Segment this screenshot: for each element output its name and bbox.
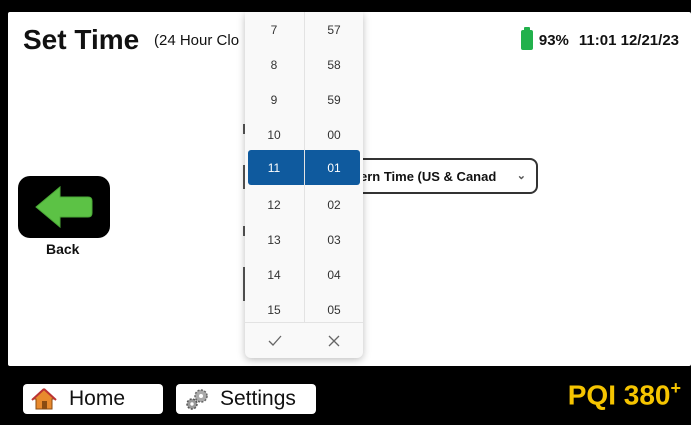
battery-percent: 93% [538, 31, 569, 49]
minute-option[interactable]: 02 [305, 187, 363, 222]
page-title: Set Time [23, 24, 140, 55]
page-subtitle: (24 Hour Clo [154, 32, 240, 49]
check-icon [268, 335, 281, 346]
hour-option[interactable]: 7 [245, 12, 303, 47]
close-icon [328, 335, 339, 347]
status-bar: 93% 11:01 12/21/23 [520, 27, 679, 50]
brand-text: PQI 380 [567, 379, 671, 411]
back-arrow-icon [35, 185, 93, 229]
chevron-down-icon: ⌄ [516, 170, 526, 182]
minute-option[interactable]: 03 [305, 222, 363, 257]
datetime: 11:01 12/21/23 [578, 31, 679, 49]
cancel-button[interactable] [304, 323, 363, 359]
confirm-button[interactable] [245, 323, 304, 359]
bottom-bar: Home Settings PQI 380+ [0, 366, 691, 425]
brand-logo: PQI 380+ [568, 378, 681, 411]
minute-option[interactable]: 58 [305, 47, 363, 82]
main-screen: Set Time (24 Hour Clo 93% 11:01 12/21/23… [8, 12, 691, 366]
back-label: Back [46, 241, 80, 257]
minute-option[interactable]: 57 [305, 12, 363, 47]
selected-minute[interactable]: 01 [305, 150, 363, 185]
gears-icon [180, 387, 214, 411]
hour-option[interactable]: 8 [245, 47, 303, 82]
hour-option[interactable]: 12 [245, 187, 303, 222]
minute-option[interactable]: 59 [305, 82, 363, 117]
back-button[interactable] [18, 176, 110, 238]
minute-option[interactable]: 04 [305, 257, 363, 292]
hour-option[interactable]: 9 [245, 82, 303, 117]
hour-option[interactable]: 13 [245, 222, 303, 257]
selected-hour[interactable]: 11 [245, 150, 303, 185]
picker-actions [245, 322, 363, 359]
home-button[interactable]: Home [23, 384, 163, 414]
hour-option[interactable]: 14 [245, 257, 303, 292]
timezone-select[interactable]: ern Time (US & Canad ⌄ [348, 158, 538, 194]
hour-option[interactable]: 10 [245, 117, 303, 152]
time-picker[interactable]: 7 8 9 10 12 13 14 15 57 58 59 00 02 03 0… [245, 12, 363, 358]
minute-option[interactable]: 00 [305, 117, 363, 152]
home-icon [27, 387, 61, 411]
brand-sup: + [670, 378, 681, 398]
timezone-value: ern Time (US & Canad [360, 168, 497, 184]
settings-label: Settings [220, 387, 296, 410]
home-label: Home [69, 387, 126, 410]
battery-icon [520, 27, 533, 50]
settings-button[interactable]: Settings [176, 384, 316, 414]
